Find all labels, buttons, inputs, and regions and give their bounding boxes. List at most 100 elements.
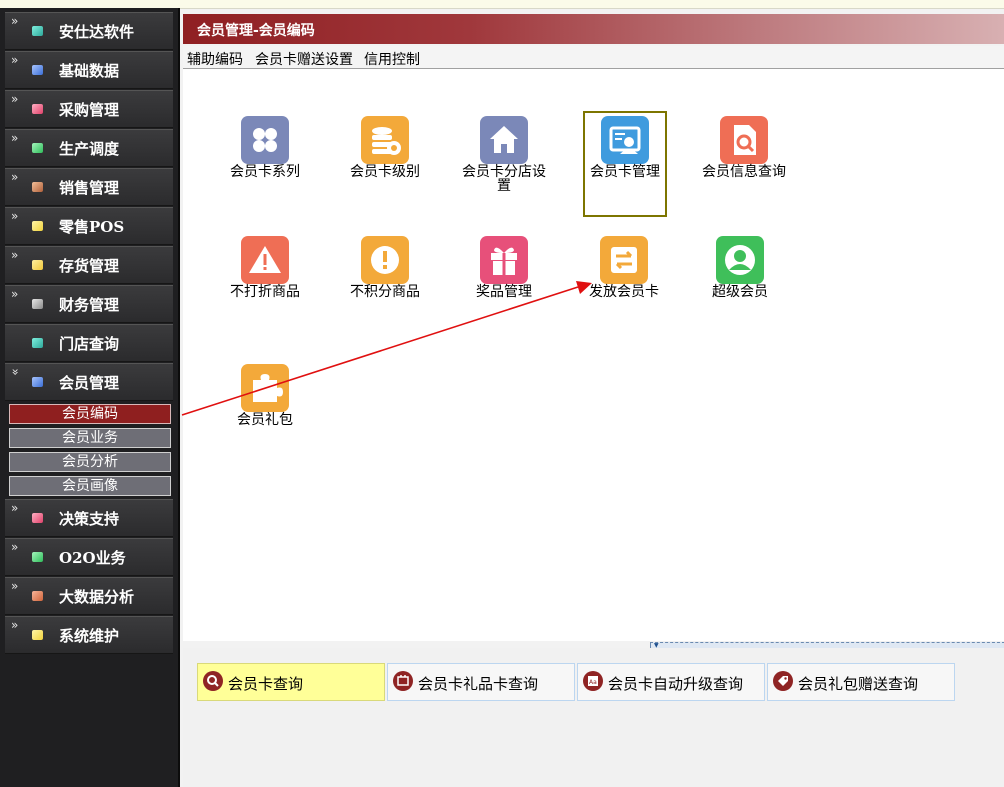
nav-item-label: 会员管理 bbox=[59, 374, 120, 392]
nav-item-big-data[interactable]: » 大数据分析 bbox=[5, 577, 173, 615]
tile-issue-member-card[interactable]: 发放会员卡 bbox=[583, 234, 665, 338]
gift-pack-query-button[interactable]: 会员礼包赠送查询 bbox=[767, 663, 955, 701]
nav-item-basic-data[interactable]: » 基础数据 bbox=[5, 51, 173, 89]
tile-super-member[interactable]: 超级会员 bbox=[699, 234, 781, 338]
nav-item-store-query[interactable]: 门店查询 bbox=[5, 324, 173, 362]
sidebar: » 安仕达软件 » 基础数据 » 采购管理 » 生产调度 » 销售管理 » 零售… bbox=[0, 8, 180, 787]
nav-item-label: 销售管理 bbox=[59, 179, 120, 197]
tile-label: 会员卡分店设置 bbox=[462, 164, 546, 194]
query-label: 会员卡礼品卡查询 bbox=[418, 675, 539, 693]
nav-item-member-management[interactable]: » 会员管理 bbox=[5, 363, 173, 401]
expand-chevron-icon: » bbox=[11, 209, 19, 223]
svg-text:Aa: Aa bbox=[589, 679, 597, 686]
card-user-icon bbox=[601, 116, 649, 164]
yellow-cube-icon bbox=[32, 630, 43, 640]
pink-cube-icon bbox=[32, 104, 43, 114]
nav-item-label: 安仕达软件 bbox=[59, 23, 135, 41]
tile-label: 超级会员 bbox=[712, 284, 768, 300]
gift-card-query-button[interactable]: 会员卡礼品卡查询 bbox=[387, 663, 575, 701]
collapse-chevron-icon: » bbox=[8, 368, 23, 376]
nav-item-label: 系统维护 bbox=[59, 627, 120, 645]
expand-chevron-icon: » bbox=[11, 92, 19, 106]
doc-search-icon bbox=[720, 116, 768, 164]
home-icon bbox=[480, 116, 528, 164]
expand-chevron-icon: » bbox=[11, 540, 19, 554]
nav-item-label: 财务管理 bbox=[59, 296, 120, 314]
nav-item-system-maintenance[interactable]: » 系统维护 bbox=[5, 616, 173, 654]
tile-label: 发放会员卡 bbox=[589, 284, 659, 300]
gray-cube-icon bbox=[32, 299, 43, 309]
tile-label: 会员卡级别 bbox=[350, 164, 420, 180]
nav-item-anshida-software[interactable]: » 安仕达软件 bbox=[5, 12, 173, 50]
tile-card-level[interactable]: 会员卡级别 bbox=[344, 114, 426, 218]
teal-cube-icon bbox=[32, 338, 43, 348]
tile-prize-management[interactable]: 奖品管理 bbox=[463, 234, 545, 338]
nav-item-purchase[interactable]: » 采购管理 bbox=[5, 90, 173, 128]
subnav-member-business[interactable]: 会员业务 bbox=[9, 428, 171, 448]
coins-icon bbox=[361, 116, 409, 164]
tile-non-points-goods[interactable]: 不积分商品 bbox=[344, 234, 426, 338]
subnav-member-analysis[interactable]: 会员分析 bbox=[9, 452, 171, 472]
nav-item-retail-pos[interactable]: » 零售POS bbox=[5, 207, 173, 245]
nav-item-label: 采购管理 bbox=[59, 101, 120, 119]
expand-chevron-icon: » bbox=[11, 287, 19, 301]
tile-card-series[interactable]: 会员卡系列 bbox=[224, 114, 306, 218]
exchange-icon bbox=[600, 236, 648, 284]
tile-label: 不积分商品 bbox=[350, 284, 420, 300]
grid-icon bbox=[241, 116, 289, 164]
upgrade-icon: Aa bbox=[583, 671, 603, 691]
tile-label: 会员礼包 bbox=[237, 412, 293, 428]
expand-chevron-icon: » bbox=[11, 618, 19, 632]
tile-card-management[interactable]: 会员卡管理 bbox=[583, 111, 667, 217]
puzzle-icon bbox=[241, 364, 289, 412]
tile-label: 奖品管理 bbox=[476, 284, 532, 300]
expand-chevron-icon: » bbox=[11, 248, 19, 262]
nav-item-label: 大数据分析 bbox=[59, 588, 135, 606]
toolbar-credit-control[interactable]: 信用控制 bbox=[364, 49, 420, 69]
toolbar: 辅助编码 会员卡赠送设置 信用控制 bbox=[183, 46, 1004, 69]
page-title: 会员管理-会员编码 bbox=[197, 23, 315, 39]
nav-item-label: 生产调度 bbox=[59, 140, 120, 158]
icon-grid-panel: 会员卡系列 会员卡级别 会员卡分店设置 会员卡管理 会员信息查询 不打折商品 不… bbox=[183, 69, 1004, 641]
auto-upgrade-query-button[interactable]: Aa 会员卡自动升级查询 bbox=[577, 663, 765, 701]
subnav-member-coding[interactable]: 会员编码 bbox=[9, 404, 171, 424]
member-card-query-button[interactable]: 会员卡查询 bbox=[197, 663, 385, 701]
nav-item-finance[interactable]: » 财务管理 bbox=[5, 285, 173, 323]
yellow-cube-icon bbox=[32, 260, 43, 270]
tile-non-discount-goods[interactable]: 不打折商品 bbox=[224, 234, 306, 338]
nav-item-sales[interactable]: » 销售管理 bbox=[5, 168, 173, 206]
yellow-cube-icon bbox=[32, 221, 43, 231]
teal-cube-icon bbox=[32, 26, 43, 36]
tile-member-gift-pack[interactable]: 会员礼包 bbox=[224, 362, 306, 466]
nav-item-label: 零售POS bbox=[59, 218, 125, 236]
tile-label: 会员卡系列 bbox=[230, 164, 300, 180]
gift-card-icon bbox=[393, 671, 413, 691]
expand-chevron-icon: » bbox=[11, 579, 19, 593]
query-label: 会员卡自动升级查询 bbox=[608, 675, 744, 693]
subnav-member-profile[interactable]: 会员画像 bbox=[9, 476, 171, 496]
tile-label: 会员信息查询 bbox=[702, 164, 786, 180]
warning-icon bbox=[241, 236, 289, 284]
expand-chevron-icon: » bbox=[11, 131, 19, 145]
expand-chevron-icon: » bbox=[11, 53, 19, 67]
toolbar-aux-coding[interactable]: 辅助编码 bbox=[187, 49, 243, 69]
brown-cube-icon bbox=[32, 182, 43, 192]
nav-item-o2o[interactable]: » O2O业务 bbox=[5, 538, 173, 576]
user-icon bbox=[716, 236, 764, 284]
query-label: 会员卡查询 bbox=[228, 675, 304, 693]
exclamation-icon bbox=[361, 236, 409, 284]
page-header: 会员管理-会员编码 bbox=[183, 14, 1004, 44]
tile-member-info-query[interactable]: 会员信息查询 bbox=[702, 114, 786, 218]
expand-chevron-icon: » bbox=[11, 14, 19, 28]
nav-item-label: O2O业务 bbox=[59, 549, 126, 567]
tile-branch-settings[interactable]: 会员卡分店设置 bbox=[462, 114, 546, 218]
expand-chevron-icon: » bbox=[11, 170, 19, 184]
nav-item-label: 基础数据 bbox=[59, 62, 120, 80]
nav-item-label: 存货管理 bbox=[59, 257, 120, 275]
nav-item-decision-support[interactable]: » 决策支持 bbox=[5, 499, 173, 537]
nav-item-production[interactable]: » 生产调度 bbox=[5, 129, 173, 167]
toolbar-card-gift-settings[interactable]: 会员卡赠送设置 bbox=[255, 49, 353, 69]
query-label: 会员礼包赠送查询 bbox=[798, 675, 919, 693]
tile-label: 会员卡管理 bbox=[590, 164, 660, 180]
nav-item-inventory[interactable]: » 存货管理 bbox=[5, 246, 173, 284]
